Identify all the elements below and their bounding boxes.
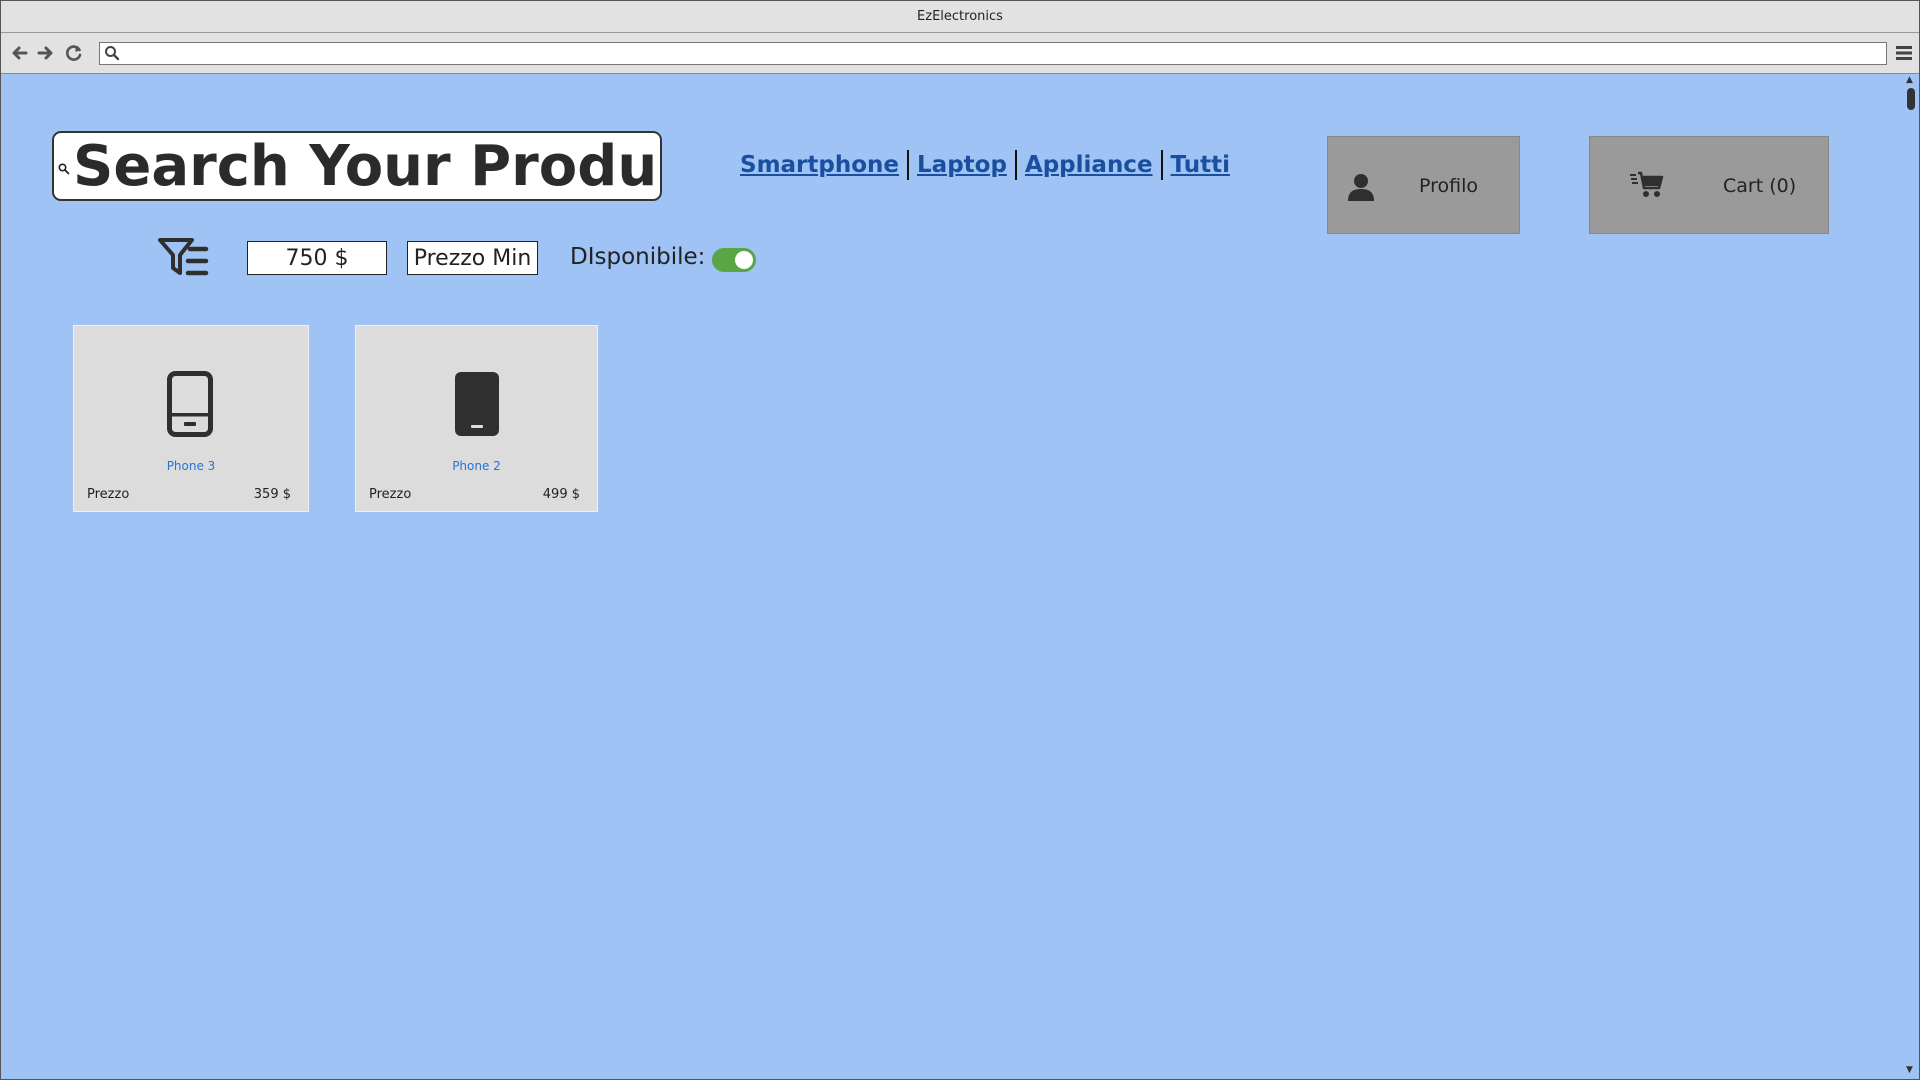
available-toggle[interactable]: [712, 248, 756, 272]
category-link-smartphone[interactable]: Smartphone: [740, 152, 899, 178]
person-icon: [1348, 174, 1374, 201]
reload-icon[interactable]: [63, 42, 85, 64]
price-label: Prezzo: [369, 487, 412, 502]
toggle-knob: [735, 251, 753, 269]
category-link-laptop[interactable]: Laptop: [917, 152, 1007, 178]
search-input[interactable]: [73, 135, 653, 197]
smartphone-filled-icon: [455, 372, 499, 436]
product-name[interactable]: Phone 3: [74, 459, 308, 473]
search-icon: [105, 46, 120, 61]
category-separator: [1160, 150, 1163, 180]
product-card[interactable]: Phone 3 Prezzo 359 $: [73, 325, 309, 512]
shopping-cart-icon: [1630, 171, 1664, 197]
profile-button-label: Profilo: [1419, 175, 1479, 197]
cart-button-label: Cart (0): [1723, 175, 1797, 197]
category-nav: Smartphone Laptop Appliance Tutti: [740, 148, 1230, 182]
cart-button[interactable]: Cart (0): [1589, 136, 1829, 234]
product-search-box[interactable]: [52, 131, 662, 201]
hamburger-menu-icon[interactable]: [1895, 44, 1913, 62]
product-price: 499 $: [542, 487, 580, 502]
product-name[interactable]: Phone 2: [356, 459, 597, 473]
back-arrow-icon[interactable]: [9, 42, 31, 64]
address-bar[interactable]: [99, 42, 1887, 65]
browser-toolbar: [1, 33, 1919, 74]
category-link-tutti[interactable]: Tutti: [1171, 152, 1230, 178]
filter-list-icon[interactable]: [157, 236, 209, 278]
scrollbar-thumb[interactable]: [1907, 88, 1915, 110]
min-price-input[interactable]: [407, 241, 538, 275]
search-icon: [58, 163, 70, 175]
product-card[interactable]: Phone 2 Prezzo 499 $: [355, 325, 598, 512]
category-link-appliance[interactable]: Appliance: [1025, 152, 1153, 178]
profile-button[interactable]: Profilo: [1327, 136, 1520, 234]
scroll-down-arrow-icon[interactable]: ▼: [1906, 1066, 1913, 1075]
category-separator: [907, 150, 910, 180]
max-price-input[interactable]: [247, 241, 387, 275]
scroll-up-arrow-icon[interactable]: ▲: [1906, 76, 1913, 85]
forward-arrow-icon[interactable]: [34, 42, 56, 64]
page-content: Smartphone Laptop Appliance Tutti Profil…: [1, 74, 1919, 1079]
product-price: 359 $: [253, 487, 291, 502]
vertical-scrollbar[interactable]: ▲ ▼: [1903, 74, 1919, 1079]
smartphone-outline-icon: [167, 371, 213, 437]
window-title: EzElectronics: [917, 9, 1003, 24]
category-separator: [1014, 150, 1017, 180]
filter-bar: DIsponibile:: [1, 234, 901, 276]
window-titlebar: EzElectronics: [1, 1, 1919, 33]
price-label: Prezzo: [87, 487, 130, 502]
available-label: DIsponibile:: [570, 244, 706, 270]
browser-window: EzElectronics Search Your Product Smartp…: [0, 0, 1920, 1080]
